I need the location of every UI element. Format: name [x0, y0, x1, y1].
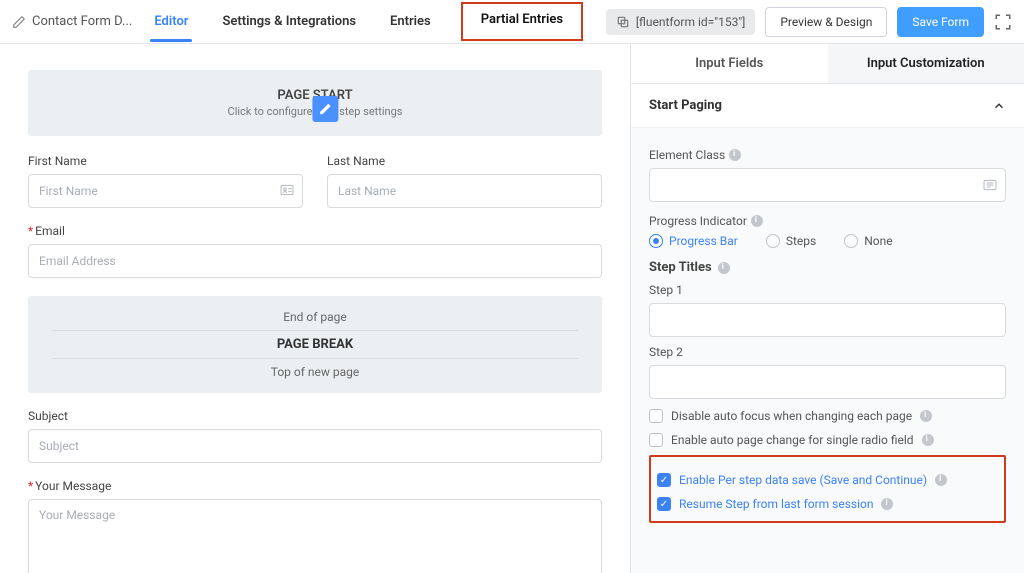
- info-icon[interactable]: [920, 410, 932, 422]
- checkbox-auto-page-change[interactable]: Enable auto page change for single radio…: [649, 433, 1006, 447]
- first-name-label: First Name: [28, 154, 303, 168]
- fullscreen-icon[interactable]: [994, 13, 1012, 31]
- start-paging-section[interactable]: Start Paging: [631, 84, 1024, 128]
- main-tabs: Editor Settings & Integrations Entries P…: [150, 2, 598, 41]
- copy-icon: [616, 15, 630, 29]
- page-start-block[interactable]: PAGE START Click to configure your step …: [28, 70, 602, 136]
- info-icon[interactable]: [751, 215, 763, 227]
- info-icon[interactable]: [922, 434, 934, 446]
- tab-input-fields[interactable]: Input Fields: [631, 44, 828, 83]
- email-input[interactable]: [28, 244, 602, 278]
- tab-settings[interactable]: Settings & Integrations: [218, 2, 360, 41]
- step2-input[interactable]: [649, 365, 1006, 399]
- element-class-label: Element Class: [649, 148, 1006, 162]
- tab-editor[interactable]: Editor: [150, 2, 192, 41]
- save-form-button[interactable]: Save Form: [897, 7, 984, 37]
- element-class-input[interactable]: [649, 168, 1006, 202]
- step1-input[interactable]: [649, 303, 1006, 337]
- list-icon[interactable]: [982, 177, 998, 193]
- radio-steps[interactable]: Steps: [766, 234, 816, 248]
- info-icon[interactable]: [729, 149, 741, 161]
- step-titles-label: Step Titles: [649, 260, 1006, 275]
- shortcode-text: [fluentform id="153"]: [636, 15, 745, 29]
- info-icon[interactable]: [718, 262, 730, 274]
- top-of-new-label: Top of new page: [28, 365, 602, 379]
- email-label: *Email: [28, 224, 602, 238]
- highlighted-options: Enable Per step data save (Save and Cont…: [649, 455, 1006, 523]
- subject-label: Subject: [28, 409, 602, 423]
- checkbox-disable-autofocus[interactable]: Disable auto focus when changing each pa…: [649, 409, 1006, 423]
- form-title-area: Contact Form D...: [12, 14, 132, 29]
- step2-label: Step 2: [649, 345, 1006, 359]
- checkbox-resume-step[interactable]: Resume Step from last form session: [657, 497, 998, 511]
- progress-indicator-label: Progress Indicator: [649, 214, 1006, 228]
- first-name-input[interactable]: [28, 174, 303, 208]
- pencil-icon: [318, 102, 332, 116]
- form-canvas: PAGE START Click to configure your step …: [0, 44, 630, 573]
- last-name-input[interactable]: [327, 174, 602, 208]
- message-textarea[interactable]: [28, 499, 602, 573]
- shortcode-display[interactable]: [fluentform id="153"]: [606, 9, 755, 35]
- sidebar: Input Fields Input Customization Start P…: [630, 44, 1024, 573]
- header-right: [fluentform id="153"] Preview & Design S…: [606, 7, 1012, 37]
- step1-label: Step 1: [649, 283, 1006, 297]
- page-break-block[interactable]: End of page PAGE BREAK Top of new page: [28, 296, 602, 393]
- chevron-up-icon: [992, 99, 1006, 113]
- end-of-page-label: End of page: [28, 310, 602, 324]
- radio-progress-bar[interactable]: Progress Bar: [649, 234, 738, 248]
- checkbox-per-step-save[interactable]: Enable Per step data save (Save and Cont…: [657, 473, 998, 487]
- form-title[interactable]: Contact Form D...: [32, 14, 132, 29]
- section-title: Start Paging: [649, 98, 722, 113]
- topbar: Contact Form D... Editor Settings & Inte…: [0, 0, 1024, 44]
- info-icon[interactable]: [935, 474, 947, 486]
- tab-partial-entries[interactable]: Partial Entries: [461, 2, 583, 41]
- radio-none[interactable]: None: [844, 234, 892, 248]
- page-break-label: PAGE BREAK: [28, 337, 602, 352]
- edit-page-start-button[interactable]: [312, 96, 338, 122]
- id-card-icon: [279, 182, 295, 198]
- last-name-label: Last Name: [327, 154, 602, 168]
- subject-input[interactable]: [28, 429, 602, 463]
- tab-entries[interactable]: Entries: [386, 2, 435, 41]
- tab-input-customization[interactable]: Input Customization: [828, 44, 1024, 83]
- info-icon[interactable]: [881, 498, 893, 510]
- preview-design-button[interactable]: Preview & Design: [765, 7, 887, 37]
- pencil-icon: [12, 15, 26, 29]
- message-label: *Your Message: [28, 479, 602, 493]
